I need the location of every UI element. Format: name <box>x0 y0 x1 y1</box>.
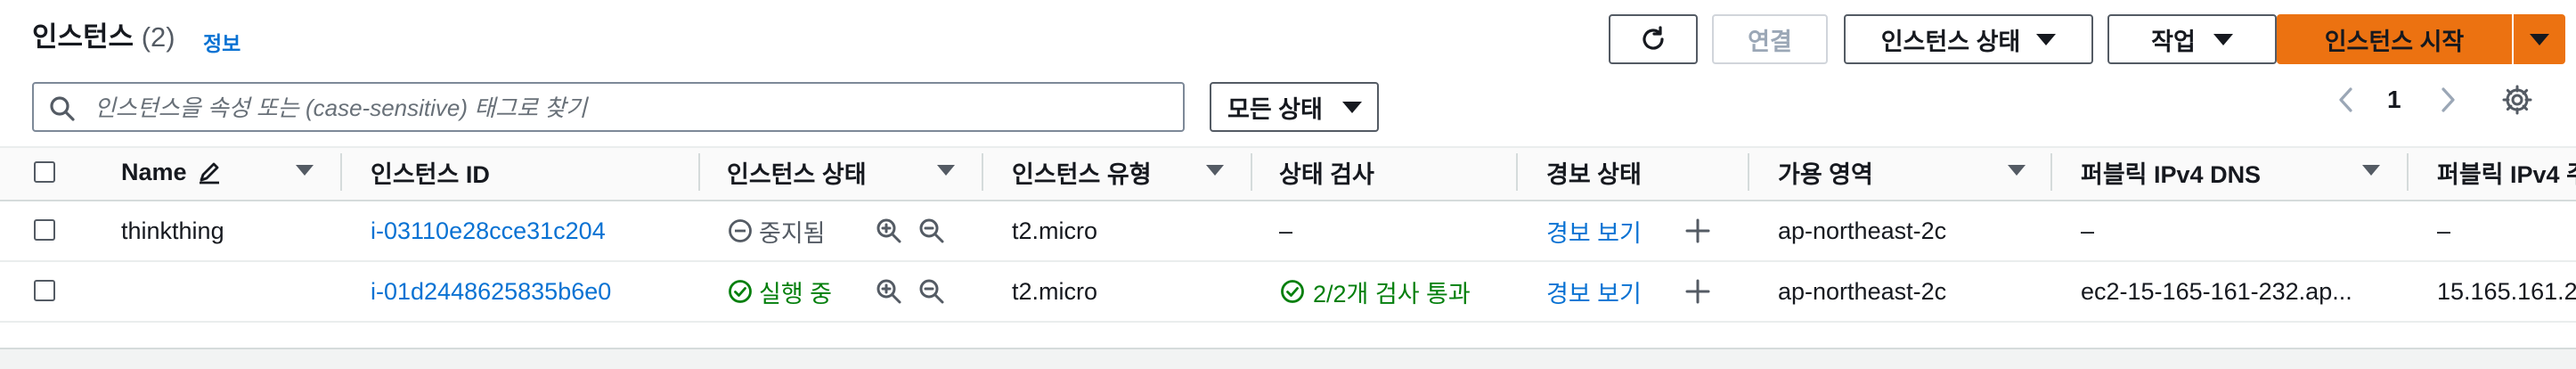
column-divider[interactable] <box>340 153 342 191</box>
instance-state-stopped: 중지됨 <box>727 201 826 260</box>
column-divider[interactable] <box>1516 153 1518 191</box>
row-checkbox[interactable] <box>34 219 55 241</box>
column-divider[interactable] <box>1748 153 1749 191</box>
zoom-in-icon[interactable] <box>875 277 903 306</box>
instance-state-label: 실행 중 <box>759 280 833 308</box>
status-check: 2/2개 검사 통과 <box>1279 262 1471 321</box>
check-circle-icon <box>1279 278 1306 305</box>
column-header-public-ip[interactable]: 퍼블릭 IPv4 주 <box>2437 146 2576 198</box>
instance-type: t2.micro <box>1012 217 1098 244</box>
status-check: – <box>1279 217 1293 244</box>
public-ip: 15.165.161.2 <box>2437 277 2576 305</box>
column-header-instance-id[interactable]: 인스턴스 ID <box>371 146 490 198</box>
info-link[interactable]: 정보 <box>203 27 240 57</box>
state-filter-dropdown[interactable]: 모든 상태 <box>1210 82 1379 132</box>
column-divider[interactable] <box>1251 153 1252 191</box>
column-header-alarm-status[interactable]: 경보 상태 <box>1546 146 1642 198</box>
page-title: 인스턴스 (2) <box>32 21 175 53</box>
status-check-label: 2/2개 검사 통과 <box>1313 280 1471 308</box>
chevron-right-icon[interactable] <box>2435 84 2460 116</box>
column-header-availability-zone[interactable]: 가용 영역 <box>1778 146 1873 198</box>
plus-icon[interactable] <box>1685 279 1710 304</box>
column-header-status-check[interactable]: 상태 검사 <box>1279 146 1374 198</box>
caret-down-icon <box>2036 33 2057 45</box>
launch-instance-dropdown[interactable] <box>2514 14 2565 64</box>
caret-down-icon <box>2213 33 2233 45</box>
zoom-out-icon[interactable] <box>917 217 946 245</box>
zoom-in-icon[interactable] <box>875 217 903 245</box>
split-panel-divider[interactable] <box>0 348 2576 369</box>
plus-icon[interactable] <box>1685 218 1710 243</box>
instance-state-running: 실행 중 <box>727 262 832 321</box>
search-icon <box>48 94 77 123</box>
public-dns: – <box>2081 217 2095 244</box>
chevron-left-icon[interactable] <box>2334 84 2359 116</box>
caret-down-icon[interactable] <box>296 165 314 176</box>
edit-icon[interactable] <box>196 159 223 185</box>
state-filter-label: 모든 상태 <box>1227 95 1323 123</box>
stopped-icon <box>727 217 754 244</box>
column-divider[interactable] <box>982 153 983 191</box>
connect-button[interactable]: 연결 <box>1712 14 1828 64</box>
instance-name: thinkthing <box>121 217 224 244</box>
instance-type: t2.micro <box>1012 277 1098 305</box>
column-divider[interactable] <box>698 153 700 191</box>
public-ip: – <box>2437 217 2451 244</box>
instance-id-link[interactable]: i-01d2448625835b6e0 <box>371 262 611 321</box>
row-checkbox[interactable] <box>34 280 55 301</box>
instance-state-label: 중지됨 <box>759 219 826 247</box>
caret-down-icon[interactable] <box>2362 165 2380 176</box>
search-field[interactable] <box>32 82 1185 132</box>
caret-down-icon[interactable] <box>2008 165 2026 176</box>
page-number[interactable]: 1 <box>2387 86 2401 114</box>
availability-zone: ap-northeast-2c <box>1778 217 1947 244</box>
instance-state-dropdown[interactable]: 인스턴스 상태 <box>1844 14 2093 64</box>
launch-instance-button[interactable]: 인스턴스 시작 <box>2277 14 2512 64</box>
column-divider[interactable] <box>2050 153 2052 191</box>
select-all-checkbox[interactable] <box>34 161 55 183</box>
view-alarms-link[interactable]: 경보 보기 <box>1546 262 1642 321</box>
caret-down-icon[interactable] <box>937 165 955 176</box>
search-input[interactable] <box>93 84 1165 132</box>
view-alarms-link[interactable]: 경보 보기 <box>1546 201 1642 260</box>
zoom-out-icon[interactable] <box>917 277 946 306</box>
instance-id-link[interactable]: i-03110e28cce31c204 <box>371 201 606 260</box>
actions-label: 작업 <box>2151 28 2196 55</box>
gear-icon[interactable] <box>2501 84 2533 116</box>
public-dns: ec2-15-165-161-232.ap... <box>2081 277 2352 305</box>
instance-state-label: 인스턴스 상태 <box>1880 28 2021 55</box>
caret-down-icon <box>2530 33 2549 45</box>
column-header-instance-type[interactable]: 인스턴스 유형 <box>1012 146 1152 198</box>
actions-dropdown[interactable]: 작업 <box>2107 14 2277 64</box>
column-divider[interactable] <box>2407 153 2409 191</box>
caret-down-icon <box>1341 101 1362 113</box>
instance-count: (2) <box>141 21 175 53</box>
column-header-public-dns[interactable]: 퍼블릭 IPv4 DNS <box>2081 146 2261 198</box>
refresh-icon <box>1638 24 1668 54</box>
running-icon <box>727 278 754 305</box>
column-header-instance-state[interactable]: 인스턴스 상태 <box>727 146 867 198</box>
column-header-name[interactable]: Name <box>121 146 223 198</box>
caret-down-icon[interactable] <box>1206 165 1224 176</box>
availability-zone: ap-northeast-2c <box>1778 277 1947 305</box>
refresh-button[interactable] <box>1609 14 1698 64</box>
